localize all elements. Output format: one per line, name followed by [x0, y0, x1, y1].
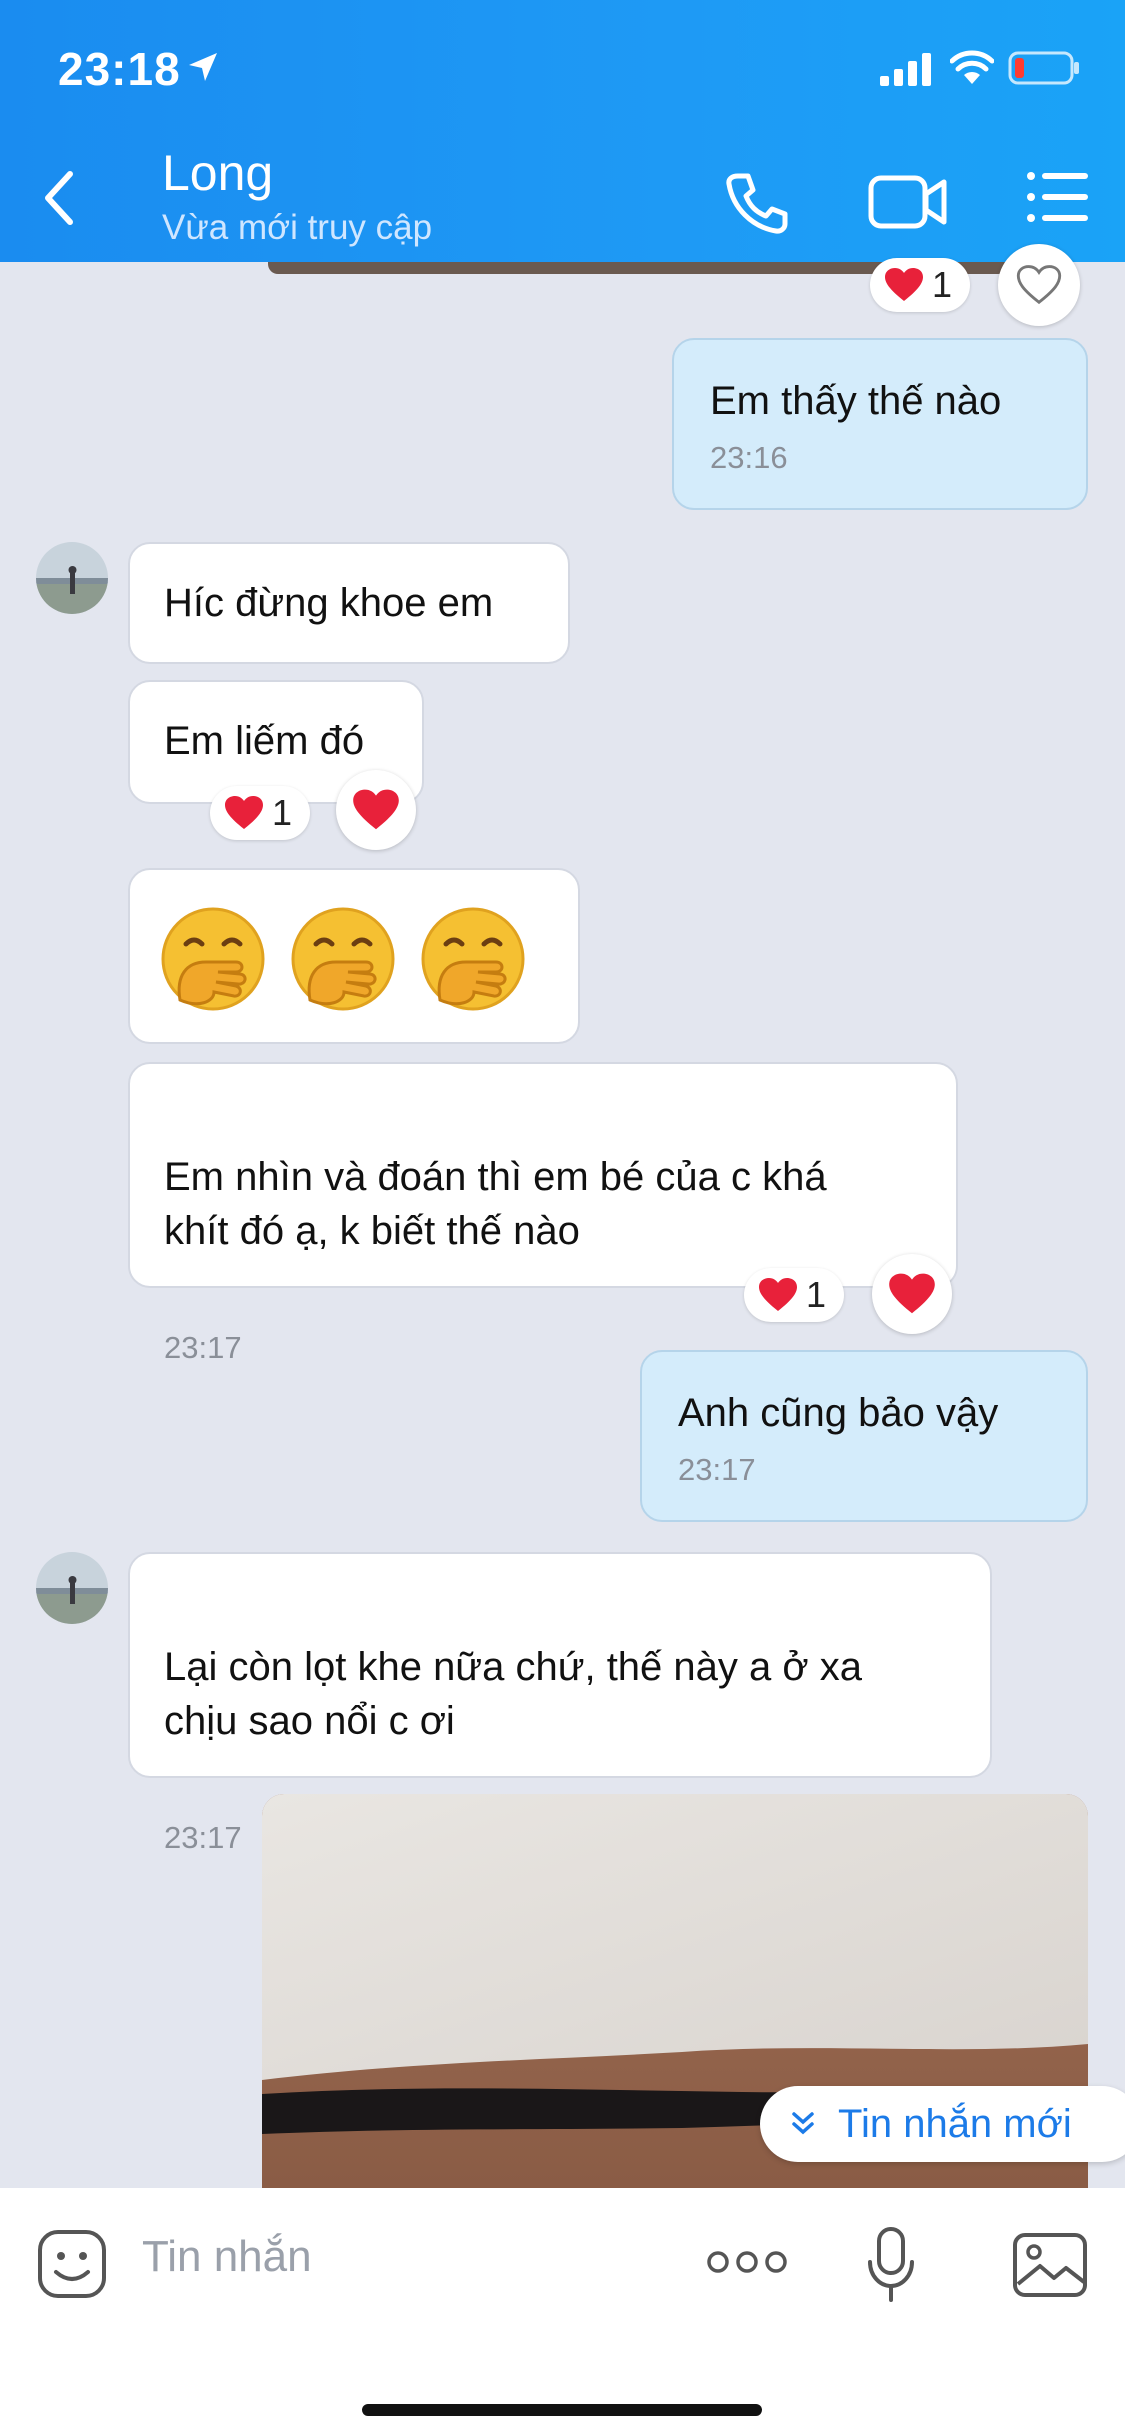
avatar[interactable]: [36, 542, 108, 614]
emoji-face-icon[interactable]: [36, 2228, 108, 2300]
location-arrow-icon: [189, 53, 217, 81]
wifi-icon: [950, 50, 994, 84]
message-text: Em liếm đó: [164, 719, 365, 763]
outgoing-message[interactable]: Anh cũng bảo vậy 23:17: [640, 1350, 1088, 1522]
reaction-count-pill[interactable]: 1: [870, 258, 970, 312]
signal-icon: [880, 53, 931, 86]
heart-icon: [225, 796, 263, 829]
contact-name[interactable]: Long: [162, 144, 273, 202]
microphone-icon[interactable]: [866, 2226, 916, 2304]
menu-list-icon[interactable]: [1026, 170, 1090, 224]
video-camera-icon[interactable]: [868, 174, 948, 230]
presence-status: Vừa mới truy cập: [162, 208, 433, 247]
double-chevron-down-icon: [792, 2112, 814, 2135]
message-text: Em thấy thế nào: [710, 379, 1002, 423]
status-time: 23:18: [58, 43, 181, 95]
heart-icon: [759, 1278, 797, 1311]
hand-over-mouth-emoji-icon: [291, 907, 395, 1011]
message-text: Híc đừng khoe em: [164, 581, 494, 625]
reaction-count-pill[interactable]: 1: [210, 786, 310, 840]
incoming-message[interactable]: Lại còn lọt khe nữa chứ, thế này a ở xa …: [128, 1552, 992, 1855]
new-messages-label: Tin nhắn mới: [838, 2101, 1072, 2146]
more-dots-icon[interactable]: [706, 2248, 788, 2276]
hand-over-mouth-emoji-icon: [161, 907, 265, 1011]
reaction-count: 1: [932, 264, 953, 305]
add-reaction-button[interactable]: [998, 244, 1080, 326]
hand-over-mouth-emoji-icon: [421, 907, 525, 1011]
message-text: Em nhìn và đoán thì em bé của c khá khít…: [164, 1155, 827, 1253]
home-indicator: [362, 2404, 762, 2416]
outgoing-message[interactable]: Em thấy thế nào 23:16: [672, 338, 1088, 510]
composer-bar: [0, 2188, 1125, 2436]
battery-icon: [1008, 51, 1079, 85]
incoming-message[interactable]: Híc đừng khoe em: [128, 542, 570, 664]
message-time: 23:17: [678, 1452, 756, 1487]
add-reaction-button[interactable]: [872, 1254, 952, 1334]
image-icon[interactable]: [1012, 2232, 1088, 2298]
message-text: Anh cũng bảo vậy: [678, 1391, 999, 1435]
message-time: 23:16: [710, 440, 788, 475]
reaction-count: 1: [806, 1274, 827, 1315]
heart-icon: [889, 1273, 935, 1314]
phone-icon[interactable]: [724, 170, 790, 236]
avatar[interactable]: [36, 1552, 108, 1624]
heart-icon: [353, 789, 399, 830]
reaction-count-pill[interactable]: 1: [744, 1268, 844, 1322]
message-input[interactable]: Tin nhắn: [142, 2232, 312, 2282]
add-reaction-button[interactable]: [336, 770, 416, 850]
heart-icon: [885, 268, 923, 301]
reaction-count: 1: [272, 792, 293, 833]
heart-outline-icon: [1016, 265, 1062, 305]
incoming-message[interactable]: Em nhìn và đoán thì em bé của c khá khít…: [128, 1062, 958, 1365]
back-chevron-icon[interactable]: [40, 168, 80, 228]
new-messages-button[interactable]: Tin nhắn mới: [760, 2086, 1125, 2162]
message-text: Lại còn lọt khe nữa chứ, thế này a ở xa …: [164, 1645, 862, 1743]
